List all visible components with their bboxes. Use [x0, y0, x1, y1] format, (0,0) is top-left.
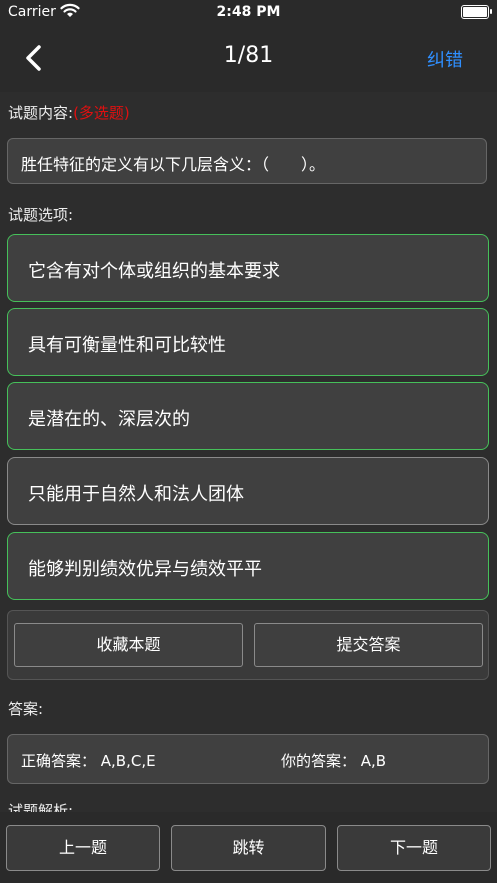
next-question-button[interactable]: 下一题 — [337, 825, 491, 871]
question-text: 胜任特征的定义有以下几层含义：（ ）。 — [7, 138, 487, 184]
correct-answer: 正确答案： A,B,C,E — [21, 752, 156, 770]
page-title: 1/81 — [223, 43, 274, 68]
nav-bar: 1/81 纠错 — [0, 26, 497, 90]
question-label: 试题内容:(多选题) — [8, 102, 130, 123]
bottom-nav-bar: 上一题 跳转 下一题 — [0, 812, 497, 883]
question-label-text: 试题内容: — [8, 104, 74, 122]
your-answer: 你的答案： A,B — [281, 752, 387, 770]
prev-question-button[interactable]: 上一题 — [6, 825, 160, 871]
option-a[interactable]: 它含有对个体或组织的基本要求 — [7, 234, 489, 302]
action-panel: 收藏本题 提交答案 — [7, 610, 489, 680]
option-d[interactable]: 只能用于自然人和法人团体 — [7, 457, 489, 525]
answer-label: 答案: — [8, 700, 44, 718]
jump-button[interactable]: 跳转 — [171, 825, 326, 871]
submit-answer-button[interactable]: 提交答案 — [254, 623, 483, 667]
analysis-label: 试题解析: — [8, 802, 74, 812]
battery-icon — [461, 5, 492, 19]
option-b[interactable]: 具有可衡量性和可比较性 — [7, 308, 489, 376]
status-bar: Carrier 2:48 PM — [0, 0, 497, 26]
favorite-button[interactable]: 收藏本题 — [14, 623, 243, 667]
question-type-tag: (多选题) — [73, 104, 130, 122]
report-error-button[interactable]: 纠错 — [427, 46, 463, 72]
option-e[interactable]: 能够判别绩效优异与绩效平平 — [7, 532, 489, 600]
answer-box: 正确答案： A,B,C,E 你的答案： A,B — [7, 734, 489, 784]
question-content[interactable]: 试题内容:(多选题) 胜任特征的定义有以下几层含义：（ ）。 试题选项: 它含有… — [0, 92, 497, 812]
option-c[interactable]: 是潜在的、深层次的 — [7, 382, 489, 450]
options-label: 试题选项: — [8, 206, 74, 224]
status-time: 2:48 PM — [216, 4, 281, 20]
